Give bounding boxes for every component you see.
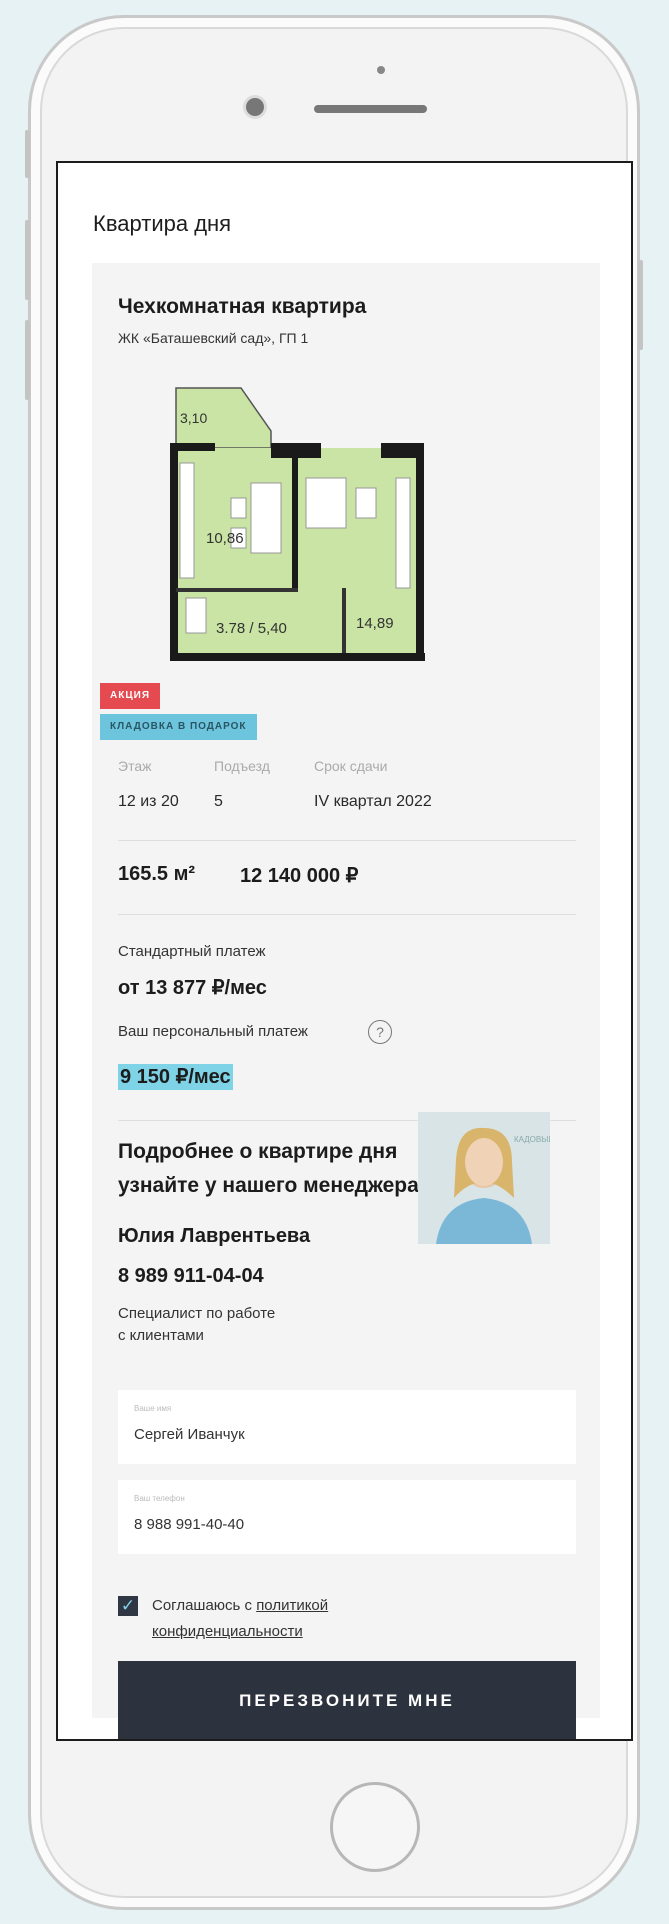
- consent-prefix: Соглашаюсь с: [152, 1597, 257, 1614]
- home-button[interactable]: [330, 1782, 420, 1872]
- manager-role-line1: Специалист по работе: [118, 1305, 276, 1322]
- svg-text:КАДОВЫЙ: КАДОВЫЙ: [514, 1135, 550, 1144]
- standard-payment-value: от 13 877 ₽/мес: [118, 977, 267, 999]
- divider: [118, 914, 576, 915]
- speaker-grille: [314, 105, 427, 113]
- plan-label-balcony: 3,10: [180, 410, 207, 426]
- apartment-of-day-card: Чехкомнатная квартира ЖК «Баташевский са…: [92, 263, 600, 1739]
- personal-payment-label: Ваш персональный платеж: [118, 1023, 308, 1040]
- personal-payment-highlight: 9 150 ₽/мес: [118, 1064, 233, 1090]
- front-camera-icon: [246, 98, 264, 116]
- phone-field-label: Ваш телефон: [134, 1494, 185, 1503]
- apartment-price: 12 140 000 ₽: [240, 865, 359, 887]
- plan-label-kitchen: 10,86: [206, 530, 244, 547]
- divider: [118, 840, 576, 841]
- manager-role-line2: с клиентами: [118, 1327, 204, 1344]
- help-icon[interactable]: ?: [368, 1020, 392, 1044]
- phone-field-value[interactable]: 8 988 991-40-40: [134, 1516, 244, 1533]
- apartment-area: 165.5 м²: [118, 863, 196, 885]
- name-field[interactable]: Ваше имя Сергей Иванчук: [118, 1390, 576, 1464]
- storage-gift-badge: КЛАДОВКА В ПОДАРОК: [100, 714, 257, 740]
- entrance-label: Подъезд: [214, 758, 270, 774]
- floor-label: Этаж: [118, 758, 152, 774]
- manager-photo: КАДОВЫЙ: [418, 1112, 550, 1244]
- deadline-value: IV квартал 2022: [314, 793, 432, 810]
- volume-up-button: [25, 220, 30, 300]
- consent-text: Соглашаюсь с политикой конфиденциальност…: [152, 1593, 328, 1645]
- mute-switch: [25, 130, 30, 178]
- floor-value: 12 из 20: [118, 793, 179, 810]
- camera-dot: [377, 66, 385, 74]
- power-button: [638, 260, 643, 350]
- personal-payment-value: 9 150 ₽/мес: [118, 1064, 233, 1090]
- deadline-label: Срок сдачи: [314, 758, 388, 774]
- privacy-policy-link[interactable]: политикой: [256, 1597, 328, 1614]
- callback-button[interactable]: ПЕРЕЗВОНИТЕ МНЕ: [118, 1661, 576, 1739]
- manager-phone[interactable]: 8 989 911-04-04: [118, 1265, 264, 1288]
- privacy-policy-link-cont[interactable]: конфиденциальности: [152, 1623, 303, 1640]
- entrance-value: 5: [214, 793, 223, 810]
- plan-label-room: 14,89: [356, 615, 394, 632]
- phone-field[interactable]: Ваш телефон 8 988 991-40-40: [118, 1480, 576, 1554]
- section-title: Квартира дня: [93, 211, 232, 236]
- name-field-value[interactable]: Сергей Иванчук: [134, 1426, 245, 1443]
- apartment-title: Чехкомнатная квартира: [118, 295, 367, 318]
- name-field-label: Ваше имя: [134, 1404, 172, 1413]
- phone-screen: Квартира дня Чехкомнатная квартира ЖК «Б…: [56, 161, 633, 1741]
- plan-label-bath: 3.78 / 5,40: [216, 620, 287, 637]
- manager-name: Юлия Лаврентьева: [118, 1225, 311, 1247]
- apartment-complex: ЖК «Баташевский сад», ГП 1: [118, 330, 309, 346]
- sale-badge: АКЦИЯ: [100, 683, 161, 709]
- manager-cta-line1: Подробнее о квартире дня: [118, 1140, 398, 1163]
- floor-plan: 3,10 10,86 3.78 / 5,40 14,89: [156, 383, 496, 703]
- manager-cta-line2: узнайте у нашего менеджера: [118, 1174, 419, 1197]
- standard-payment-label: Стандартный платеж: [118, 943, 266, 960]
- consent-checkbox[interactable]: ✓: [118, 1596, 138, 1616]
- volume-down-button: [25, 320, 30, 400]
